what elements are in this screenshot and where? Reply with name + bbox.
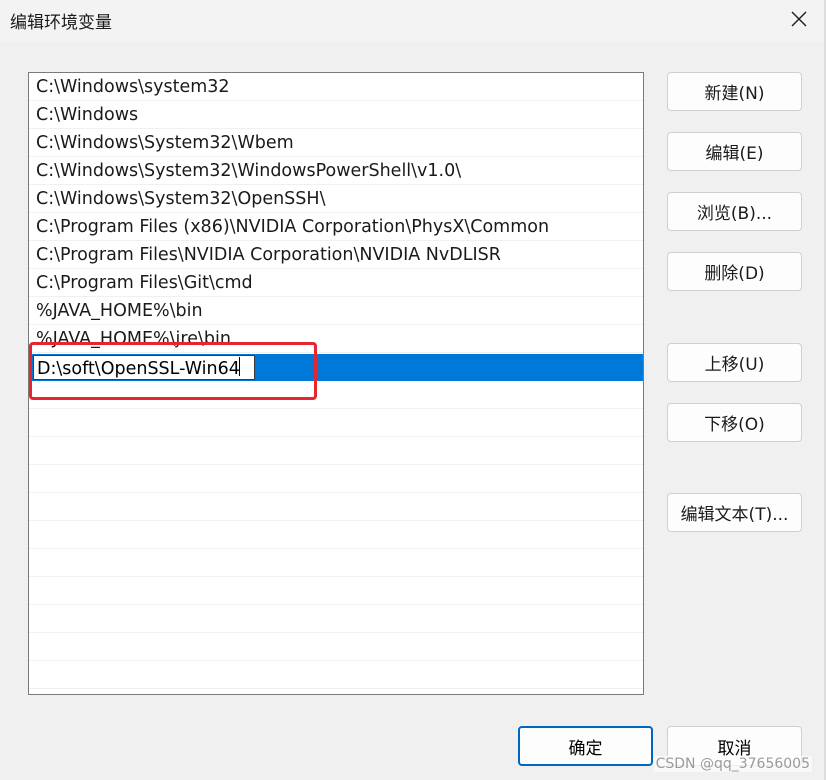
text-caret <box>239 357 240 376</box>
list-item-text: %JAVA_HOME%\jre\bin <box>36 329 231 349</box>
list-item-empty[interactable] <box>29 494 643 521</box>
list-item-empty[interactable] <box>29 382 643 409</box>
title-bar: 编辑环境变量 <box>0 0 826 42</box>
list-item-empty[interactable] <box>29 522 643 549</box>
path-edit-input[interactable] <box>33 355 255 380</box>
watermark: CSDN @qq_37656005 <box>653 756 812 772</box>
list-item[interactable]: C:\Windows\System32\WindowsPowerShell\v1… <box>29 158 643 185</box>
list-item-text: C:\Windows\System32\WindowsPowerShell\v1… <box>36 161 462 181</box>
list-item-empty[interactable] <box>29 466 643 493</box>
list-item-text: C:\Windows\System32\Wbem <box>36 133 294 153</box>
list-item[interactable]: %JAVA_HOME%\bin <box>29 298 643 325</box>
list-item[interactable]: C:\Windows <box>29 102 643 129</box>
list-item-text: %JAVA_HOME%\bin <box>36 301 203 321</box>
list-item[interactable]: C:\Program Files\NVIDIA Corporation\NVID… <box>29 242 643 269</box>
list-item-text: C:\Program Files\NVIDIA Corporation\NVID… <box>36 245 501 265</box>
path-list[interactable]: C:\Windows\system32 C:\Windows C:\Window… <box>28 72 644 695</box>
list-item-text: C:\Windows <box>36 105 139 125</box>
list-item[interactable]: C:\Windows\system32 <box>29 74 643 101</box>
list-item-empty[interactable] <box>29 634 643 661</box>
list-item[interactable]: C:\Program Files\Git\cmd <box>29 270 643 297</box>
list-item-empty[interactable] <box>29 662 643 689</box>
list-item[interactable]: %JAVA_HOME%\jre\bin <box>29 326 643 353</box>
move-up-button[interactable]: 上移(U) <box>667 343 802 382</box>
browse-button[interactable]: 浏览(B)... <box>667 192 802 231</box>
list-item-text: C:\Program Files (x86)\NVIDIA Corporatio… <box>36 217 550 237</box>
ok-button[interactable]: 确定 <box>518 726 653 766</box>
list-item[interactable]: C:\Program Files (x86)\NVIDIA Corporatio… <box>29 214 643 241</box>
list-item-empty[interactable] <box>29 438 643 465</box>
list-item-selected[interactable] <box>29 354 643 381</box>
list-item-empty[interactable] <box>29 550 643 577</box>
list-item-text: C:\Windows\system32 <box>36 77 230 97</box>
close-icon <box>791 11 807 27</box>
list-item-text: C:\Windows\System32\OpenSSH\ <box>36 189 326 209</box>
list-item-empty[interactable] <box>29 606 643 633</box>
list-item[interactable]: C:\Windows\System32\OpenSSH\ <box>29 186 643 213</box>
window-title: 编辑环境变量 <box>10 13 112 33</box>
list-item-text: C:\Program Files\Git\cmd <box>36 273 253 293</box>
new-button[interactable]: 新建(N) <box>667 72 802 111</box>
list-item-empty[interactable] <box>29 578 643 605</box>
edit-text-button[interactable]: 编辑文本(T)... <box>667 493 802 532</box>
delete-button[interactable]: 删除(D) <box>667 252 802 291</box>
close-button[interactable] <box>780 2 818 36</box>
move-down-button[interactable]: 下移(O) <box>667 403 802 442</box>
edit-button[interactable]: 编辑(E) <box>667 132 802 171</box>
list-item[interactable]: C:\Windows\System32\Wbem <box>29 130 643 157</box>
list-item-empty[interactable] <box>29 410 643 437</box>
